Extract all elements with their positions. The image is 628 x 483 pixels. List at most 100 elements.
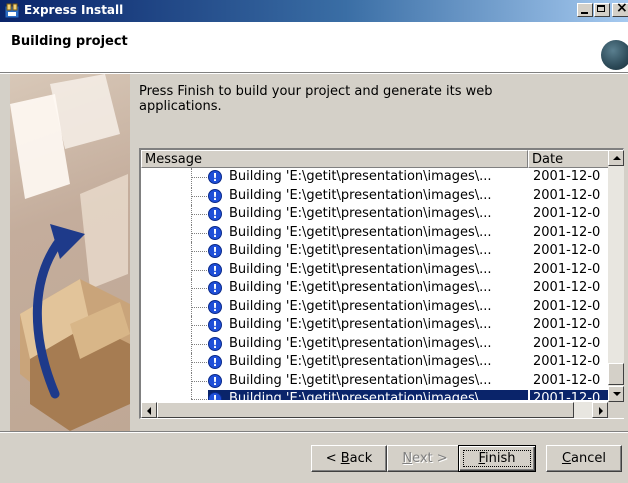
date-cell: 2001-12-0 bbox=[533, 336, 601, 351]
tree-branch bbox=[191, 381, 207, 383]
app-icon bbox=[4, 3, 20, 19]
horizontal-scroll-thumb[interactable] bbox=[157, 402, 574, 418]
list-item[interactable]: Building 'E:\getit\presentation\images\.… bbox=[141, 205, 608, 223]
message-cell: Building 'E:\getit\presentation\images\.… bbox=[229, 280, 492, 295]
window-title: Express Install bbox=[24, 3, 124, 17]
wizard-globe-icon bbox=[601, 40, 628, 70]
tree-branch bbox=[191, 344, 207, 346]
date-cell: 2001-12-0 bbox=[533, 262, 601, 277]
tree-branch bbox=[191, 177, 207, 179]
list-item[interactable]: Building 'E:\getit\presentation\images\.… bbox=[141, 335, 608, 353]
info-icon: ! bbox=[208, 337, 222, 351]
message-cell: Building 'E:\getit\presentation\images\.… bbox=[229, 262, 492, 277]
horizontal-scrollbar[interactable] bbox=[141, 402, 608, 418]
scroll-right-button[interactable] bbox=[592, 402, 608, 418]
info-icon: ! bbox=[208, 226, 222, 240]
info-icon: ! bbox=[208, 374, 222, 388]
message-cell: Building 'E:\getit\presentation\images\.… bbox=[229, 336, 492, 351]
info-icon: ! bbox=[208, 281, 222, 295]
express-install-window: Express Install Building project Press F… bbox=[0, 0, 628, 483]
message-cell: Building 'E:\getit\presentation\images\.… bbox=[229, 206, 492, 221]
tree-branch bbox=[191, 362, 207, 364]
message-cell: Building 'E:\getit\presentation\images\.… bbox=[229, 299, 492, 314]
list-item[interactable]: Building 'E:\getit\presentation\images\.… bbox=[141, 390, 608, 400]
date-cell: 2001-12-0 bbox=[533, 225, 601, 240]
back-button[interactable]: < Back bbox=[311, 445, 387, 472]
list-item[interactable]: Building 'E:\getit\presentation\images\.… bbox=[141, 353, 608, 371]
column-header-message[interactable]: Message bbox=[141, 150, 528, 168]
back-button-accel: B bbox=[340, 451, 350, 466]
tree-branch bbox=[191, 270, 207, 272]
info-icon: ! bbox=[208, 244, 222, 258]
message-list[interactable]: Message Date Building 'E:\getit\presenta… bbox=[139, 148, 624, 419]
down-arrow-icon bbox=[613, 392, 621, 396]
tree-branch bbox=[191, 399, 207, 400]
list-item[interactable]: Building 'E:\getit\presentation\images\.… bbox=[141, 168, 608, 186]
back-button-label: ack bbox=[349, 451, 373, 466]
cancel-button[interactable]: Cancel bbox=[546, 445, 622, 472]
column-header-date[interactable]: Date bbox=[528, 150, 610, 168]
close-button[interactable] bbox=[612, 0, 628, 17]
date-cell: 2001-12-0 bbox=[533, 243, 601, 258]
scroll-left-button[interactable] bbox=[141, 402, 157, 418]
next-button[interactable]: Next > bbox=[387, 445, 463, 472]
wizard-header: Building project bbox=[0, 22, 628, 72]
scroll-up-button[interactable] bbox=[608, 150, 624, 166]
focus-rectangle bbox=[463, 450, 531, 467]
list-item[interactable]: Building 'E:\getit\presentation\images\.… bbox=[141, 242, 608, 260]
next-button-label: ext > bbox=[412, 451, 448, 466]
left-arrow-icon bbox=[147, 407, 151, 415]
tree-branch bbox=[191, 325, 207, 327]
list-item[interactable]: Building 'E:\getit\presentation\images\.… bbox=[141, 316, 608, 334]
date-cell: 2001-12-0 bbox=[533, 299, 601, 314]
date-cell: 2001-12-0 bbox=[533, 280, 601, 295]
message-cell: Building 'E:\getit\presentation\images\.… bbox=[229, 225, 492, 240]
tree-branch bbox=[191, 233, 207, 235]
date-cell: 2001-12-0 bbox=[533, 373, 601, 388]
info-icon: ! bbox=[208, 189, 222, 203]
list-item[interactable]: Building 'E:\getit\presentation\images\.… bbox=[141, 261, 608, 279]
message-cell: Building 'E:\getit\presentation\images\.… bbox=[229, 317, 492, 332]
instruction-text: Press Finish to build your project and g… bbox=[139, 84, 493, 114]
up-arrow-icon bbox=[613, 156, 621, 160]
list-item[interactable]: Building 'E:\getit\presentation\images\.… bbox=[141, 187, 608, 205]
footer-divider bbox=[0, 431, 628, 433]
list-item[interactable]: Building 'E:\getit\presentation\images\.… bbox=[141, 298, 608, 316]
info-icon: ! bbox=[208, 207, 222, 221]
title-bar[interactable]: Express Install bbox=[0, 0, 628, 22]
cancel-button-label: ancel bbox=[571, 451, 607, 466]
back-button-prefix: < bbox=[325, 451, 341, 466]
minimize-button[interactable] bbox=[577, 3, 593, 17]
info-icon: ! bbox=[208, 392, 222, 400]
list-item[interactable]: Building 'E:\getit\presentation\images\.… bbox=[141, 372, 608, 390]
tree-branch bbox=[191, 288, 207, 290]
list-rows: Building 'E:\getit\presentation\images\.… bbox=[141, 168, 608, 400]
wizard-illustration bbox=[10, 74, 130, 431]
finish-button[interactable]: Finish bbox=[458, 445, 536, 472]
date-cell: 2001-12-0 bbox=[533, 188, 601, 203]
date-cell: 2001-12-0 bbox=[533, 317, 601, 332]
info-icon: ! bbox=[208, 300, 222, 314]
cancel-button-accel: C bbox=[561, 451, 572, 466]
right-arrow-icon bbox=[599, 407, 603, 415]
next-button-accel: N bbox=[402, 451, 413, 466]
vertical-scrollbar[interactable] bbox=[608, 150, 624, 402]
info-icon: ! bbox=[208, 263, 222, 277]
message-cell: Building 'E:\getit\presentation\images\.… bbox=[229, 373, 492, 388]
info-icon: ! bbox=[208, 170, 222, 184]
list-item[interactable]: Building 'E:\getit\presentation\images\.… bbox=[141, 279, 608, 297]
scroll-down-button[interactable] bbox=[608, 386, 624, 402]
date-cell: 2001-12-0 bbox=[533, 354, 601, 369]
list-item[interactable]: Building 'E:\getit\presentation\images\.… bbox=[141, 224, 608, 242]
scrollbar-corner bbox=[608, 402, 624, 418]
tree-branch bbox=[191, 196, 207, 198]
message-cell: Building 'E:\getit\presentation\images\.… bbox=[229, 354, 492, 369]
tree-connector bbox=[191, 390, 193, 399]
date-cell: 2001-12-0 bbox=[533, 206, 601, 221]
tree-branch bbox=[191, 251, 207, 253]
maximize-button[interactable] bbox=[594, 3, 610, 17]
box-arrow-illustration bbox=[10, 74, 130, 431]
message-cell: Building 'E:\getit\presentation\images\.… bbox=[229, 169, 492, 184]
vertical-scroll-thumb[interactable] bbox=[608, 363, 624, 385]
message-cell: Building 'E:\getit\presentation\images\.… bbox=[229, 188, 492, 203]
